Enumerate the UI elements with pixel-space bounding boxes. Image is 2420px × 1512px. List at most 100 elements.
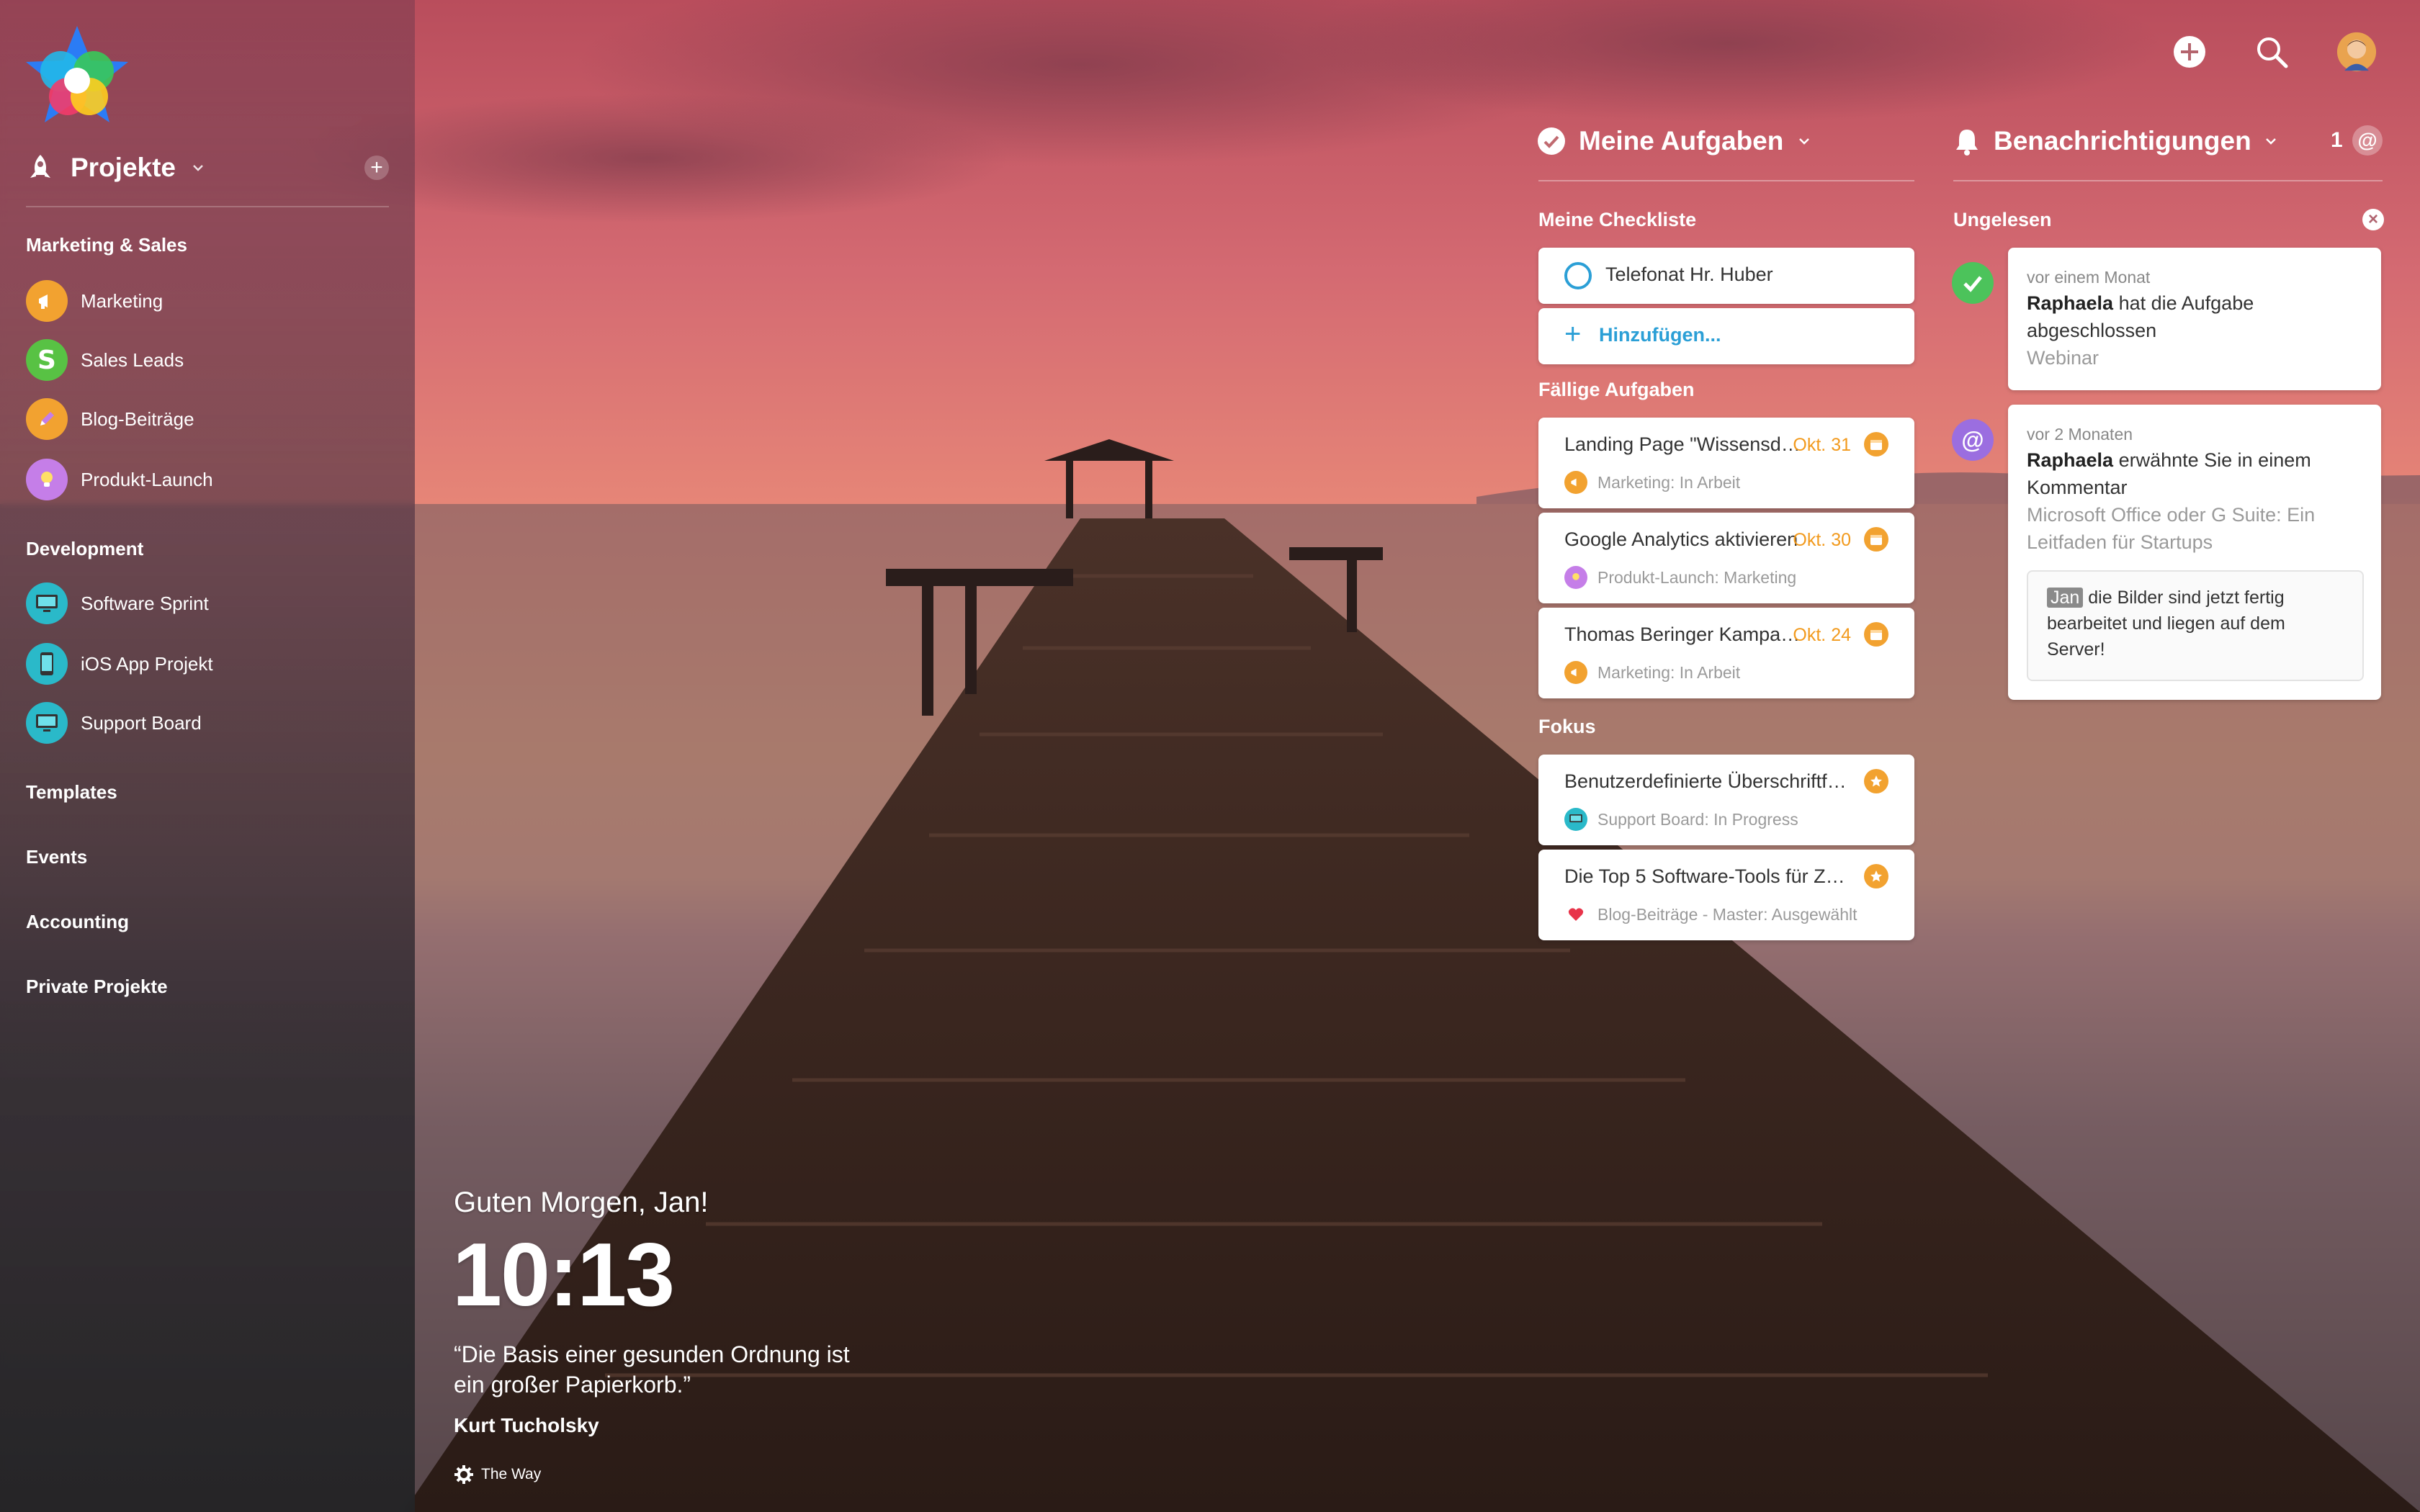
sidebar-link-accounting[interactable]: Accounting bbox=[26, 911, 129, 933]
credit-label: The Way bbox=[481, 1466, 542, 1482]
tasks-title: Meine Aufgaben bbox=[1579, 126, 1784, 156]
monitor-icon bbox=[1564, 808, 1587, 831]
chevron-down-icon[interactable] bbox=[190, 160, 206, 176]
megaphone-icon bbox=[26, 280, 68, 322]
notifications-title: Benachrichtigungen bbox=[1994, 126, 2251, 156]
sidebar-item-software-sprint[interactable]: Software Sprint bbox=[26, 582, 209, 625]
bell-icon bbox=[1956, 130, 1978, 156]
task-project: Marketing: In Arbeit bbox=[1597, 662, 1741, 682]
quote-text: “Die Basis einer gesunden Ordnung ist ei… bbox=[454, 1341, 850, 1398]
notification-text: Raphaela erwähnte Sie in einem Kommentar bbox=[2027, 449, 2311, 498]
task-title: Die Top 5 Software-Tools für Zusammenarb… bbox=[1564, 865, 1852, 887]
app-logo-star-icon[interactable] bbox=[24, 24, 130, 125]
projects-header[interactable]: Projekte + bbox=[26, 144, 389, 192]
monitor-icon bbox=[26, 582, 68, 624]
sidebar-item-marketing[interactable]: Marketing bbox=[26, 279, 163, 323]
sidebar-item-blog[interactable]: Blog-Beiträge bbox=[26, 397, 194, 441]
task-card[interactable]: Landing Page "Wissensdatenbank" Okt. 31 … bbox=[1538, 418, 1914, 508]
focus-label: Fokus bbox=[1538, 716, 1596, 737]
quote-author: Kurt Tucholsky bbox=[454, 1414, 599, 1436]
greeting-text: Guten Morgen, Jan! bbox=[454, 1187, 709, 1218]
checklist-item[interactable]: Telefonat Hr. Huber bbox=[1538, 248, 1914, 304]
projects-title: Projekte bbox=[71, 153, 176, 182]
task-project: Support Board: In Progress bbox=[1597, 809, 1798, 829]
task-title: Landing Page "Wissensdatenbank" bbox=[1564, 433, 1802, 455]
task-project: Blog-Beiträge - Master: Ausgewählt bbox=[1597, 904, 1857, 924]
avatar-icon bbox=[2336, 32, 2377, 72]
calendar-icon bbox=[1864, 432, 1888, 456]
due-tasks-label: Fällige Aufgaben bbox=[1538, 379, 1695, 400]
tasks-divider bbox=[1538, 180, 1914, 181]
add-button[interactable] bbox=[2169, 32, 2210, 72]
task-title: Benutzerdefinierte Überschriftfelder bbox=[1564, 770, 1852, 792]
tasks-header[interactable]: Meine Aufgaben bbox=[1537, 120, 1812, 163]
sidebar-link-events[interactable]: Events bbox=[26, 846, 87, 868]
sidebar-link-templates[interactable]: Templates bbox=[26, 781, 117, 804]
mention-tag: Jan bbox=[2047, 588, 2084, 608]
star-icon[interactable] bbox=[1864, 769, 1888, 793]
sidebar-divider bbox=[26, 206, 389, 207]
megaphone-icon bbox=[1564, 661, 1587, 684]
sidebar-link-private-projects[interactable]: Private Projekte bbox=[26, 976, 168, 998]
task-due-date: Okt. 31 bbox=[1793, 435, 1851, 455]
comment-text: die Bilder sind jetzt fertig bearbeitet … bbox=[2047, 588, 2285, 660]
notification-target[interactable]: Microsoft Office oder G Suite: Ein Leitf… bbox=[2027, 501, 2365, 556]
background-credit[interactable]: The Way bbox=[454, 1464, 541, 1485]
plus-icon: + bbox=[1564, 318, 1582, 350]
rocket-icon bbox=[30, 155, 50, 178]
notifications-header[interactable]: Benachrichtigungen bbox=[1953, 120, 2279, 163]
task-card[interactable]: Google Analytics aktivieren Okt. 30 Prod… bbox=[1538, 513, 1914, 603]
monitor-icon bbox=[26, 702, 68, 744]
check-circle-icon bbox=[1538, 127, 1565, 155]
focus-task-card[interactable]: Benutzerdefinierte Überschriftfelder Sup… bbox=[1538, 755, 1914, 845]
lightbulb-icon bbox=[26, 459, 68, 500]
comment-preview: Jan die Bilder sind jetzt fertig bearbei… bbox=[2027, 570, 2364, 681]
notification-card[interactable]: vor 2 Monaten Raphaela erwähnte Sie in e… bbox=[2008, 405, 2381, 700]
mention-icon: @ bbox=[1952, 419, 1994, 461]
notification-time: vor einem Monat bbox=[2027, 268, 2151, 287]
task-due-date: Okt. 24 bbox=[1793, 625, 1851, 645]
close-icon[interactable]: × bbox=[2362, 209, 2384, 230]
task-due-date: Okt. 30 bbox=[1793, 530, 1851, 550]
chevron-down-icon[interactable] bbox=[1796, 133, 1812, 149]
check-icon bbox=[1952, 262, 1994, 304]
task-project: Marketing: In Arbeit bbox=[1597, 472, 1741, 492]
task-title: Thomas Beringer Kampagne bbox=[1564, 624, 1802, 645]
notification-target[interactable]: Webinar bbox=[2027, 344, 2365, 372]
add-checklist-item-button[interactable]: + Hinzufügen... bbox=[1538, 308, 1914, 364]
calendar-icon bbox=[1864, 622, 1888, 647]
notifications-divider bbox=[1953, 180, 2383, 181]
task-card[interactable]: Thomas Beringer Kampagne Okt. 24 Marketi… bbox=[1538, 608, 1914, 698]
group-label-marketing-sales: Marketing & Sales bbox=[26, 234, 187, 256]
search-icon bbox=[2257, 37, 2288, 68]
clock: 10:13 bbox=[452, 1225, 675, 1325]
checkbox-circle[interactable] bbox=[1564, 262, 1592, 289]
dollar-icon: S bbox=[26, 339, 68, 381]
lightbulb-icon bbox=[1564, 566, 1587, 589]
user-avatar[interactable] bbox=[2336, 32, 2377, 72]
sidebar: Projekte + Marketing & Sales Marketing S… bbox=[0, 0, 415, 1512]
task-title: Google Analytics aktivieren bbox=[1564, 528, 1798, 550]
star-icon[interactable] bbox=[1864, 864, 1888, 888]
task-project: Produkt-Launch: Marketing bbox=[1597, 567, 1797, 587]
sidebar-item-product-launch[interactable]: Produkt-Launch bbox=[26, 458, 213, 501]
notification-card[interactable]: vor einem Monat Raphaela hat die Aufgabe… bbox=[2008, 248, 2381, 390]
group-label-development: Development bbox=[26, 538, 144, 559]
pencil-icon bbox=[26, 398, 68, 440]
search-button[interactable] bbox=[2251, 32, 2292, 72]
sidebar-item-sales-leads[interactable]: S Sales Leads bbox=[26, 338, 184, 382]
checklist-item-label: Telefonat Hr. Huber bbox=[1605, 264, 1773, 285]
calendar-icon bbox=[1864, 527, 1888, 552]
unread-label: Ungelesen bbox=[1953, 209, 2052, 230]
mentions-button[interactable]: @ bbox=[2352, 125, 2383, 156]
focus-task-card[interactable]: Die Top 5 Software-Tools für Zusammenarb… bbox=[1538, 850, 1914, 940]
sidebar-item-support-board[interactable]: Support Board bbox=[26, 701, 202, 744]
chevron-down-icon[interactable] bbox=[2263, 133, 2279, 149]
checklist-label: Meine Checkliste bbox=[1538, 209, 1697, 230]
sidebar-item-ios-app[interactable]: iOS App Projekt bbox=[26, 642, 213, 685]
megaphone-icon bbox=[1564, 471, 1587, 494]
notification-text: Raphaela hat die Aufgabe abgeschlossen bbox=[2027, 292, 2254, 341]
add-project-button[interactable]: + bbox=[364, 156, 389, 180]
notification-time: vor 2 Monaten bbox=[2027, 425, 2133, 444]
plus-circle-icon bbox=[2174, 36, 2205, 68]
